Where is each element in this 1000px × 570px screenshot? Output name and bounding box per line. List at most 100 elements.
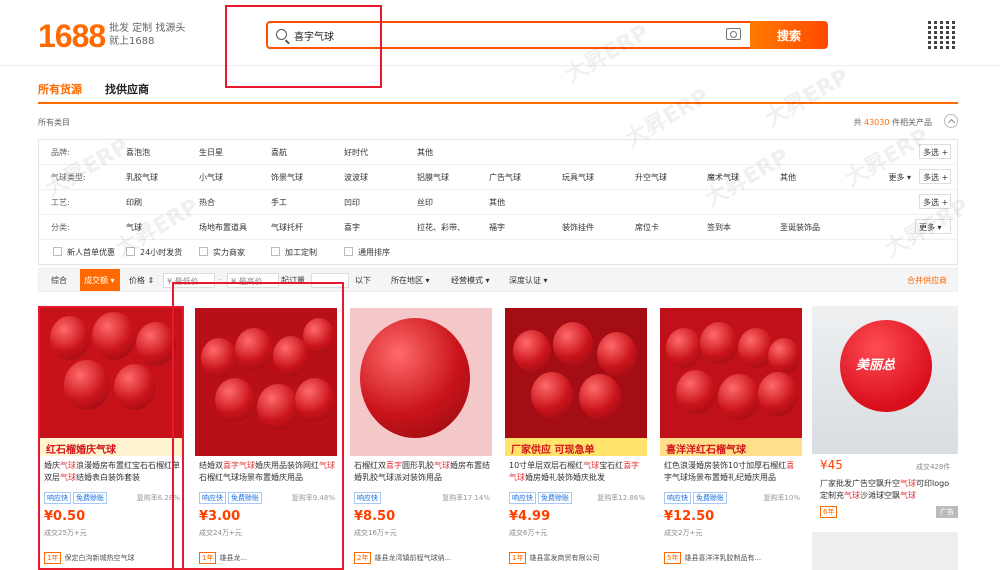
years-badge: 5年 — [664, 552, 682, 564]
check-24h[interactable]: 24小时发货 — [126, 247, 182, 258]
shop-name[interactable]: 1年 雄县富发商贸有限公司 — [509, 552, 645, 564]
filter-option[interactable]: 饰景气球 — [271, 172, 303, 183]
filter-option[interactable]: 其他 — [417, 147, 433, 158]
filter-option[interactable]: 铝膜气球 — [417, 172, 449, 183]
filter-option[interactable]: 小气球 — [199, 172, 223, 183]
check-label: 通用排序 — [358, 248, 390, 257]
filter-option[interactable]: 其他 — [489, 197, 505, 208]
tag-fast-response: 响应快 — [509, 492, 536, 504]
multi-select-button[interactable]: 多选 + — [919, 194, 951, 209]
product-card[interactable]: 厂家供应 可现急单 10寸单层双层石榴红气球宝石红喜字气球婚房婚礼装饰婚庆批发 … — [503, 306, 649, 570]
ad-image[interactable]: 美丽总 — [812, 306, 958, 454]
collapse-icon[interactable] — [944, 114, 958, 128]
location-label: 所在地区 — [391, 276, 423, 285]
product-title[interactable]: 10寸单层双层石榴红气球宝石红喜字气球婚房婚礼装饰婚庆批发 — [509, 460, 645, 484]
tag-credit: 免费赊账 — [693, 492, 727, 504]
ad-title[interactable]: 厂家批发广告空飘升空气球可印logo定制充气球沙滩球空飘气球 — [820, 478, 956, 502]
merge-suppliers[interactable]: 合并供应商 — [907, 275, 947, 286]
filter-option[interactable]: 好时代 — [344, 147, 368, 158]
product-price: ¥4.99 — [509, 509, 551, 524]
checkbox-icon — [344, 247, 353, 256]
filter-option[interactable]: 场地布置道具 — [199, 222, 247, 233]
multi-select-button[interactable]: 多选 + — [919, 169, 951, 184]
repurchase-rate: 复购率17.14% — [442, 494, 490, 502]
filter-option[interactable]: 其他 — [780, 172, 796, 183]
filter-option[interactable]: 热合 — [199, 197, 215, 208]
camera-icon[interactable] — [726, 28, 741, 40]
image-caption: 喜洋洋红石榴气球 — [660, 438, 802, 456]
mode-dropdown[interactable]: 经营模式 ▾ — [451, 275, 490, 286]
product-card[interactable]: 喜洋洋红石榴气球 红色浪漫婚房装饰10寸加厚石榴红喜字气球场景布置婚礼纪婚庆用品… — [658, 306, 804, 570]
check-custom[interactable]: 加工定制 — [271, 247, 317, 258]
product-sales: 成交6万+元 — [509, 529, 548, 537]
filter-option[interactable]: 席位卡 — [635, 222, 659, 233]
qr-code-icon[interactable] — [928, 19, 958, 49]
filter-option[interactable]: 气球 — [126, 222, 142, 233]
years-badge: 1年 — [509, 552, 527, 564]
location-dropdown[interactable]: 所在地区 ▾ — [391, 275, 430, 286]
tab-all-sources[interactable]: 所有货源 — [38, 81, 82, 97]
filter-option[interactable]: 丝印 — [417, 197, 433, 208]
shop-label: 雄县富发商贸有限公司 — [529, 554, 600, 562]
filter-option[interactable]: 手工 — [271, 197, 287, 208]
product-image[interactable]: 厂家供应 可现急单 — [505, 308, 647, 456]
checkbox-icon — [199, 247, 208, 256]
sort-turnover[interactable]: 成交额 ▾ — [80, 269, 120, 291]
filter-option[interactable]: 魔术气球 — [707, 172, 739, 183]
breadcrumb[interactable]: 所有类目 — [38, 117, 70, 128]
filter-option[interactable]: 签到本 — [707, 222, 731, 233]
check-strong-merchant[interactable]: 实力商家 — [199, 247, 245, 258]
filter-option[interactable]: 生日星 — [199, 147, 223, 158]
multi-select-label: 多选 — [923, 173, 939, 182]
filter-option[interactable]: 喜字 — [344, 222, 360, 233]
filter-label: 分类: — [51, 223, 70, 232]
filter-label: 气球类型: — [51, 173, 86, 182]
filter-option[interactable]: 凹印 — [344, 197, 360, 208]
sort-price[interactable]: 价格 ⇕ — [129, 275, 154, 286]
result-count: 共 43030 件相关产品 — [853, 117, 932, 128]
product-title[interactable]: 红色浪漫婚房装饰10寸加厚石榴红喜字气球场景布置婚礼纪婚庆用品 — [664, 460, 800, 484]
check-label: 新人首单优惠 — [67, 248, 115, 257]
shop-name[interactable]: 2年 雄县龙湾镇前程气球纳... — [354, 552, 490, 564]
filter-option[interactable]: 波波球 — [344, 172, 368, 183]
check-label: 24小时发货 — [140, 248, 183, 257]
filter-option[interactable]: 福字 — [489, 222, 505, 233]
slogan-line1: 批发 定制 找源头 — [109, 23, 186, 34]
logo[interactable]: 1688 — [38, 18, 106, 55]
filter-option[interactable]: 圣诞装饰品 — [780, 222, 820, 233]
next-ad-image[interactable] — [812, 532, 958, 570]
shop-name[interactable]: 5年 雄县喜洋洋乳胶制品有... — [664, 552, 800, 564]
filter-option[interactable]: 装饰挂件 — [562, 222, 594, 233]
filter-option[interactable]: 气球托杆 — [271, 222, 303, 233]
filter-option[interactable]: 喜泡泡 — [126, 147, 150, 158]
tab-find-suppliers[interactable]: 找供应商 — [105, 81, 149, 97]
filter-option[interactable]: 印刷 — [126, 197, 142, 208]
ad-card[interactable]: 美丽总 ¥45 成交428件 厂家批发广告空飘升空气球可印logo定制充气球沙滩… — [812, 306, 958, 570]
filter-option[interactable]: 喜航 — [271, 147, 287, 158]
years-badge: 6年 — [820, 506, 838, 518]
product-image[interactable]: 喜洋洋红石榴气球 — [660, 308, 802, 456]
checkbox-icon — [126, 247, 135, 256]
moq-unit: 以下 — [355, 276, 371, 285]
check-general-sort[interactable]: 通用排序 — [344, 247, 390, 258]
filter-option[interactable]: 拉花、彩带、 — [417, 222, 465, 233]
filter-option[interactable]: 乳胶气球 — [126, 172, 158, 183]
product-image[interactable] — [350, 308, 492, 456]
product-title[interactable]: 石榴红双喜字圆形乳胶气球婚房布置结婚乳胶气球派对装饰用品 — [354, 460, 490, 484]
more-button[interactable]: 更多 ▾ — [888, 172, 911, 183]
filter-option[interactable]: 升空气球 — [635, 172, 667, 183]
sort-all[interactable]: 综合 — [51, 275, 67, 286]
filter-option[interactable]: 广告气球 — [489, 172, 521, 183]
cert-dropdown[interactable]: 深度认证 ▾ — [509, 275, 548, 286]
check-label: 加工定制 — [285, 248, 317, 257]
filter-row-craft: 工艺: 印刷 热合 手工 凹印 丝印 其他 多选 + — [39, 190, 957, 215]
ad-label: 广告 — [936, 506, 958, 518]
more-button[interactable]: 更多 ▾ — [915, 219, 951, 234]
check-new-user[interactable]: 新人首单优惠 — [53, 247, 115, 258]
filter-option[interactable]: 玩具气球 — [562, 172, 594, 183]
search-button[interactable]: 搜索 — [750, 21, 828, 49]
count-prefix: 共 — [853, 118, 862, 127]
multi-select-button[interactable]: 多选 + — [919, 144, 951, 159]
multi-select-label: 多选 — [923, 198, 939, 207]
product-card[interactable]: 石榴红双喜字圆形乳胶气球婚房布置结婚乳胶气球派对装饰用品 响应快 复购率17.14… — [348, 306, 494, 570]
